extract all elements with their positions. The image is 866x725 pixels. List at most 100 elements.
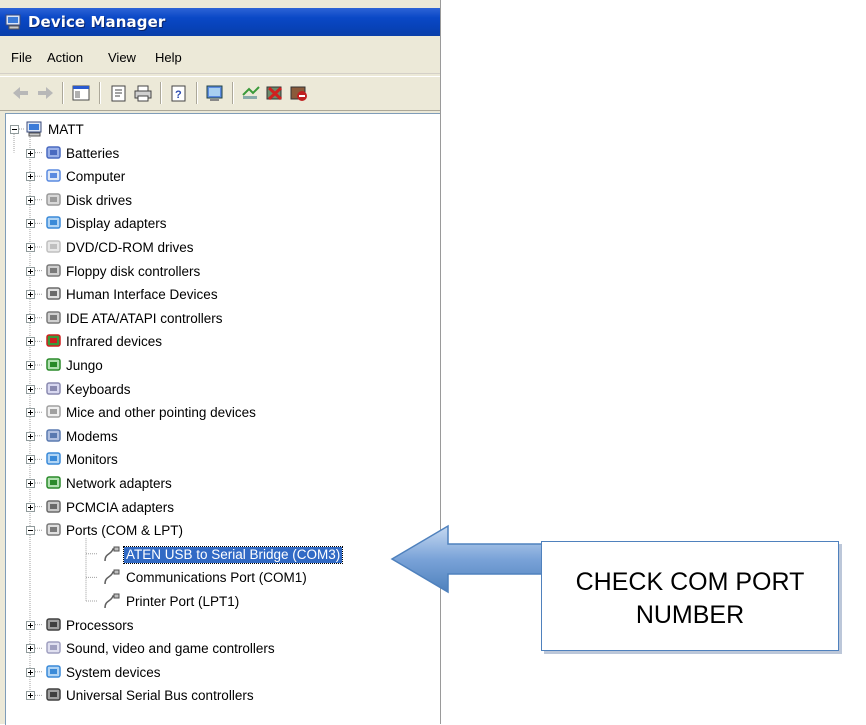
menu-view[interactable]: View: [108, 50, 136, 65]
tree-item-label: Human Interface Devices: [66, 287, 218, 303]
expand-toggle-ide-ata-atapi-controllers[interactable]: [26, 313, 35, 323]
tree-item-label: Processors: [66, 617, 134, 633]
expand-toggle-processors[interactable]: [26, 620, 35, 630]
expand-toggle-floppy-disk-controllers[interactable]: [26, 266, 35, 276]
print-icon[interactable]: [132, 83, 154, 103]
tree-item-label: Monitors: [66, 452, 118, 468]
tree-item-label: Mice and other pointing devices: [66, 405, 256, 421]
tree-item-label: Disk drives: [66, 192, 133, 208]
expand-toggle-network-adapters[interactable]: [26, 479, 35, 488]
ide-controller-icon: [46, 311, 61, 324]
computer-icon: [5, 14, 21, 30]
title-bar[interactable]: Device Manager: [0, 8, 440, 36]
floppy-controller-icon: [46, 263, 61, 277]
hid-icon: [46, 287, 61, 300]
toolbar-separator: [232, 82, 234, 104]
back-icon[interactable]: [10, 83, 32, 103]
expand-toggle-dvd-cd-rom-drives[interactable]: [26, 243, 35, 252]
computer-icon: [26, 121, 42, 137]
expand-toggle-mice-and-other-pointing-devices[interactable]: [26, 408, 35, 418]
menu-action[interactable]: Action: [47, 50, 83, 65]
disk-drive-icon: [46, 193, 61, 206]
expand-toggle-sound-video-and-game-controllers[interactable]: [26, 644, 35, 654]
expand-toggle-pcmcia-adapters[interactable]: [26, 502, 35, 512]
system-device-icon: [46, 665, 61, 678]
infrared-icon: [46, 334, 61, 348]
device-manager-window: Device Manager File Action View Help ? M…: [0, 0, 441, 725]
expand-toggle-system-devices[interactable]: [26, 667, 35, 677]
menu-help[interactable]: Help: [155, 50, 182, 65]
toolbar-separator: [99, 82, 101, 104]
port-plug-icon: [104, 546, 120, 561]
tree-item-label: Floppy disk controllers: [66, 263, 201, 279]
toolbar: ?: [0, 76, 440, 111]
tree-item-label: System devices: [66, 664, 161, 680]
window-title: Device Manager: [28, 13, 166, 31]
tree-item-label: Network adapters: [66, 476, 172, 491]
usb-icon: [46, 688, 61, 702]
port-plug-icon: [104, 569, 120, 585]
callout-line-1: CHECK COM PORT: [575, 568, 805, 596]
expand-toggle-jungo[interactable]: [26, 361, 35, 370]
pointer-arrow: [390, 524, 545, 594]
jungo-board-icon: [46, 358, 61, 371]
uninstall-icon[interactable]: [264, 83, 286, 103]
expand-toggle-ports-com-lpt-[interactable]: [26, 526, 35, 536]
scan-hardware-icon[interactable]: [204, 83, 226, 103]
disable-icon[interactable]: [288, 83, 310, 103]
tree-item-label: Communications Port (COM1): [126, 570, 307, 586]
network-adapter-icon: [46, 476, 61, 489]
tree-item-label: Keyboards: [66, 381, 131, 397]
callout-box: CHECK COM PORT NUMBER: [541, 541, 839, 651]
battery-icon: [46, 145, 61, 159]
tree-item-label: Ports (COM & LPT): [66, 523, 184, 539]
expand-toggle-universal-serial-bus-controllers[interactable]: [26, 691, 35, 701]
tree-item-label: Modems: [66, 428, 118, 444]
device-tree[interactable]: MATT Batteries Computer Disk drives Display …: [5, 113, 440, 725]
toolbar-separator: [160, 82, 162, 104]
menu-bar: File Action View Help: [0, 43, 440, 74]
tree-item-label: Computer: [66, 169, 126, 185]
help-icon[interactable]: ?: [168, 83, 190, 103]
tree-item-label: Sound, video and game controllers: [66, 641, 275, 657]
show-hide-console-tree-icon[interactable]: [70, 83, 92, 103]
expand-toggle-monitors[interactable]: [26, 455, 35, 465]
tree-item-label: Batteries: [66, 145, 120, 161]
expand-toggle-human-interface-devices[interactable]: [26, 290, 35, 300]
port-plug-icon: [104, 593, 120, 609]
tree-item-label: PCMCIA adapters: [66, 499, 175, 515]
expand-toggle-keyboards[interactable]: [26, 384, 35, 394]
update-driver-icon[interactable]: [240, 83, 262, 103]
expand-toggle-infrared-devices[interactable]: [26, 337, 35, 347]
svg-text:?: ?: [175, 89, 182, 101]
expand-toggle-batteries[interactable]: [26, 148, 35, 158]
computer-icon: [46, 169, 61, 182]
processor-icon: [46, 617, 61, 631]
tree-item-label: Infrared devices: [66, 334, 163, 350]
dvd-drive-icon: [46, 240, 61, 253]
monitor-icon: [46, 452, 61, 466]
callout-line-2: NUMBER: [635, 601, 745, 629]
expand-toggle-disk-drives[interactable]: [26, 195, 35, 205]
tree-item-label: Universal Serial Bus controllers: [66, 688, 254, 704]
tree-item-label: DVD/CD-ROM drives: [66, 240, 194, 255]
mouse-icon: [46, 405, 61, 418]
modem-icon: [46, 429, 61, 442]
expand-toggle-display-adapters[interactable]: [26, 219, 35, 229]
tree-item-label: IDE ATA/ATAPI controllers: [66, 310, 223, 326]
toolbar-separator: [62, 82, 64, 104]
collapse-root-toggle[interactable]: [10, 125, 19, 134]
tree-item-label: Jungo: [66, 358, 103, 373]
tree-item-label: Display adapters: [66, 216, 167, 232]
pcmcia-icon: [46, 499, 61, 513]
keyboard-icon: [46, 381, 61, 395]
properties-icon[interactable]: [108, 83, 130, 103]
sound-icon: [46, 641, 61, 654]
menu-file[interactable]: File: [11, 50, 32, 65]
port-icon: [46, 523, 61, 536]
toolbar-separator: [196, 82, 198, 104]
tree-item-label: ATEN USB to Serial Bridge (COM3): [122, 545, 344, 564]
forward-icon[interactable]: [34, 83, 56, 103]
expand-toggle-computer[interactable]: [26, 172, 35, 182]
expand-toggle-modems[interactable]: [26, 431, 35, 441]
